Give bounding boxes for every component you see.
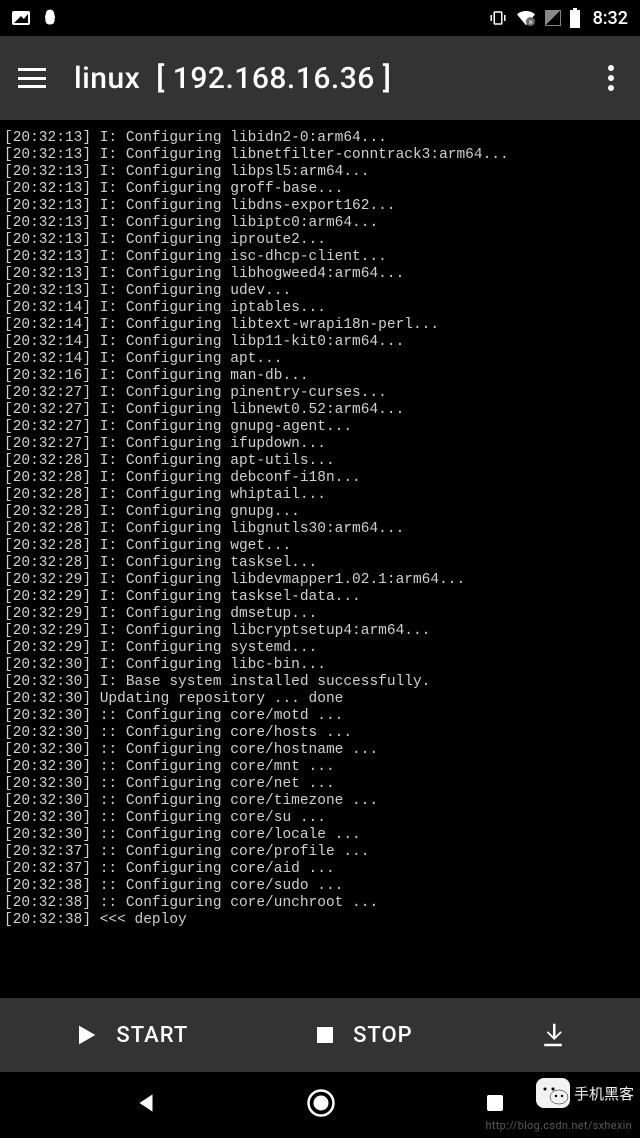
status-bar: ✕ 8:32 xyxy=(0,0,640,36)
penguin-icon xyxy=(40,8,60,28)
status-clock: 8:32 xyxy=(593,8,628,29)
no-sim-icon xyxy=(545,10,561,26)
overlay-stamp: 手机黑客 xyxy=(536,1078,634,1108)
stop-label: STOP xyxy=(353,1023,413,1048)
download-icon xyxy=(538,1020,568,1050)
home-button[interactable] xyxy=(306,1088,336,1122)
start-button[interactable]: START xyxy=(72,1021,188,1049)
stamp-text: 手机黑客 xyxy=(574,1083,634,1104)
title-name: linux xyxy=(74,61,140,96)
vibrate-icon xyxy=(489,9,507,27)
bottom-action-bar: START STOP xyxy=(0,998,640,1072)
app-title: linux [ 192.168.16.36 ] xyxy=(74,61,391,96)
play-icon xyxy=(72,1021,100,1049)
title-ip: [ 192.168.16.36 ] xyxy=(156,61,391,96)
overflow-menu-button[interactable] xyxy=(600,57,622,99)
watermark-url: http://blog.csdn.net/sxhexin xyxy=(486,1119,632,1132)
triangle-back-icon xyxy=(133,1090,159,1116)
back-button[interactable] xyxy=(133,1090,159,1120)
download-button[interactable] xyxy=(538,1020,568,1050)
circle-home-icon xyxy=(306,1088,336,1118)
terminal-output[interactable]: [20:32:13] I: Configuring libidn2-0:arm6… xyxy=(0,120,640,998)
square-recents-icon xyxy=(483,1091,507,1115)
wechat-icon xyxy=(536,1078,570,1108)
wifi-icon: ✕ xyxy=(515,9,537,27)
menu-button[interactable] xyxy=(18,68,46,88)
status-left xyxy=(12,8,60,28)
status-right: ✕ 8:32 xyxy=(489,8,628,29)
svg-text:✕: ✕ xyxy=(527,18,532,26)
app-bar: linux [ 192.168.16.36 ] xyxy=(0,36,640,120)
picture-notification-icon xyxy=(12,11,30,25)
start-label: START xyxy=(116,1023,188,1048)
stop-button[interactable]: STOP xyxy=(313,1023,413,1048)
battery-icon xyxy=(569,8,581,28)
stop-icon xyxy=(313,1023,337,1047)
recents-button[interactable] xyxy=(483,1091,507,1119)
